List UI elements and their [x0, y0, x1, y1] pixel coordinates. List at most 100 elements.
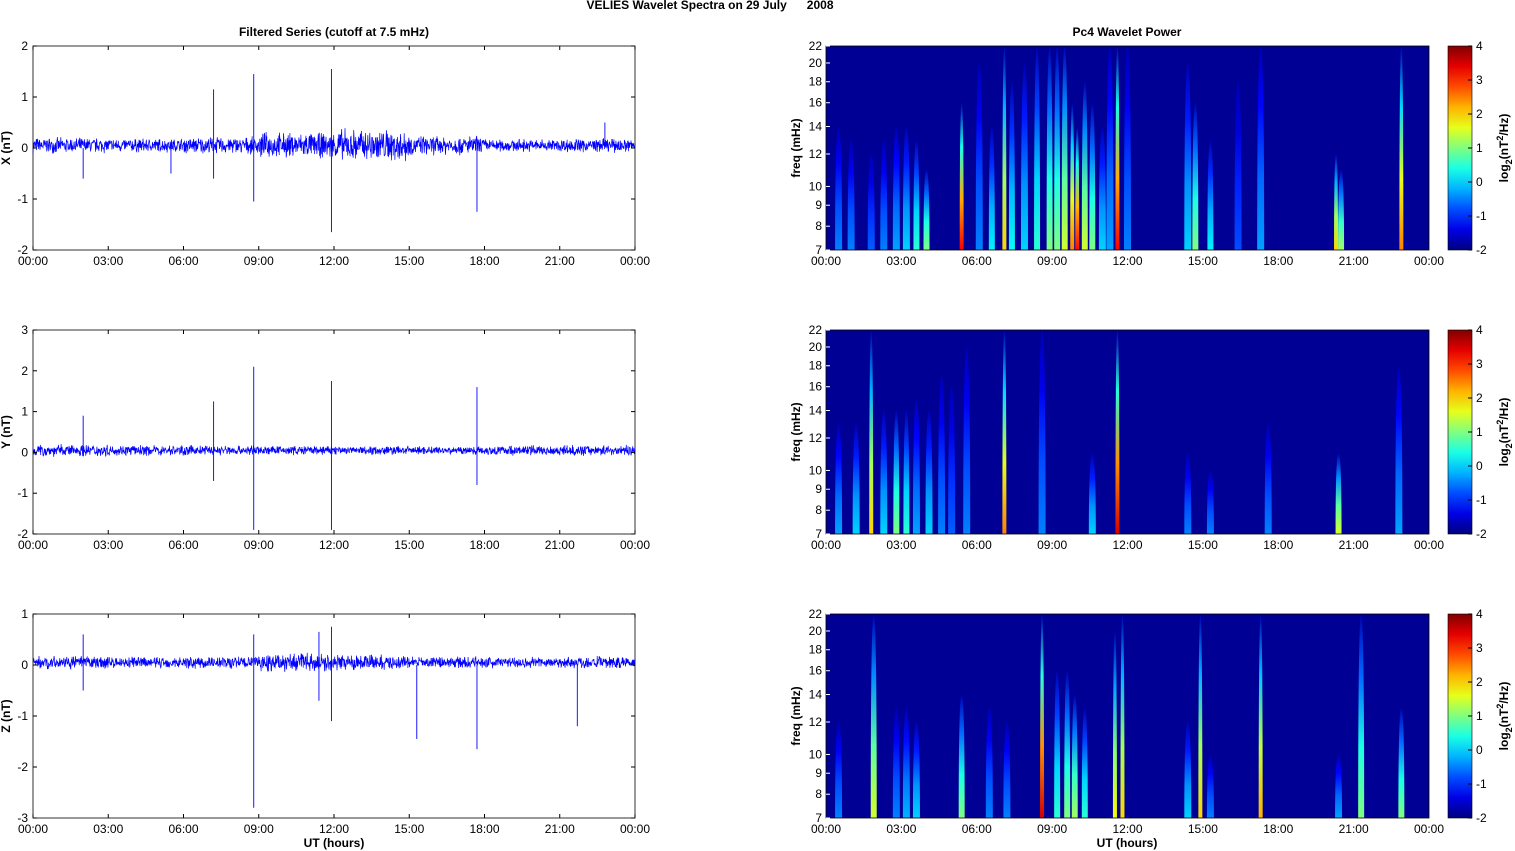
colorbar-tick-label: -2: [1476, 811, 1487, 825]
freq-tick-label: 22: [809, 323, 823, 337]
colorbar-label-part: log: [1497, 732, 1511, 750]
timeseries-panel-y: -2-1012300:00 03:00 06:00 09:00 12:00 15:00 18…: [0, 323, 650, 552]
freq-tick-label: 16: [809, 664, 823, 678]
x-tick-label: 18:00: [1263, 822, 1293, 836]
x-tick-label: 06:00: [168, 538, 198, 552]
x-tick-label: 09:00: [244, 254, 274, 268]
colorbar-tick-label: 0: [1476, 459, 1483, 473]
freq-tick-label: 22: [809, 39, 823, 53]
colorbar-tick-label: 2: [1476, 107, 1483, 121]
x-tick-label: 15:00: [394, 254, 424, 268]
freq-tick-label: 18: [809, 75, 823, 89]
x-tick-label: 09:00: [1037, 538, 1067, 552]
x-tick-label: 03:00: [886, 254, 916, 268]
colorbar-tick-label: -1: [1476, 209, 1487, 223]
colorbar-tick-label: 2: [1476, 675, 1483, 689]
colorbar-tick-label: 3: [1476, 73, 1483, 87]
x-tick-label: 00:00: [1414, 822, 1444, 836]
x-tick-label: 03:00: [93, 254, 123, 268]
colorbar-tick-label: 1: [1476, 709, 1483, 723]
freq-tick-label: 22: [809, 607, 823, 621]
timeseries-panel-x: -2-101200:00 03:00 06:00 09:00 12:00 15:00 18:…: [0, 39, 650, 268]
spectrogram-panel-y: 7891012141618202200:00 03:00 06:00 09:00 12:…: [789, 323, 1514, 552]
colorbar-label: log2(nT2/Hz): [1495, 682, 1514, 751]
freq-axis-label: freq (mHz): [789, 686, 803, 745]
x-tick-label: 03:00: [886, 822, 916, 836]
y-tick-label: 1: [21, 90, 28, 104]
x-tick-label: 15:00: [1188, 538, 1218, 552]
freq-tick-label: 9: [815, 198, 822, 212]
x-tick-label: 03:00: [886, 538, 916, 552]
y-tick-label: 0: [21, 658, 28, 672]
x-tick-label: 12:00: [319, 822, 349, 836]
colorbar-tick-label: 4: [1476, 39, 1483, 53]
colorbar-tick-label: 2: [1476, 391, 1483, 405]
figure: VELIES Wavelet Spectra on 29 July 2008 F…: [0, 0, 1514, 850]
x-tick-label: 15:00: [1188, 254, 1218, 268]
x-tick-label: 21:00: [545, 254, 575, 268]
colorbar-label-part: (nT: [1497, 140, 1511, 159]
plot-area: [32, 45, 636, 251]
y-tick-label: 1: [21, 607, 28, 621]
x-tick-label: 00:00: [1414, 538, 1444, 552]
x-tick-label: 03:00: [93, 822, 123, 836]
y-tick-label: -2: [17, 760, 28, 774]
x-tick-label: 21:00: [1339, 822, 1369, 836]
x-tick-label: 06:00: [962, 254, 992, 268]
x-tick-label: 15:00: [394, 822, 424, 836]
freq-tick-label: 16: [809, 380, 823, 394]
freq-tick-label: 10: [809, 179, 823, 193]
y-axis-label: X (nT): [0, 131, 13, 165]
colorbar-tick-label: 3: [1476, 357, 1483, 371]
x-tick-label: 12:00: [1112, 254, 1142, 268]
freq-tick-label: 12: [809, 431, 823, 445]
x-tick-label: 21:00: [1339, 254, 1369, 268]
colorbar-tick-label: -1: [1476, 493, 1487, 507]
colorbar-label-part: /Hz): [1497, 114, 1511, 136]
colorbar-label-part: /Hz): [1497, 682, 1511, 704]
colorbar-tick-label: 4: [1476, 323, 1483, 337]
plot-area: [32, 613, 636, 819]
colorbar-tick-label: 3: [1476, 641, 1483, 655]
colorbar-tick-label: -2: [1476, 527, 1487, 541]
y-axis-label: Z (nT): [0, 699, 13, 732]
freq-tick-label: 9: [815, 482, 822, 496]
x-tick-label: 12:00: [319, 254, 349, 268]
y-tick-label: 0: [21, 141, 28, 155]
colorbar-tick-label: -2: [1476, 243, 1487, 257]
freq-tick-label: 10: [809, 463, 823, 477]
spectrogram-panel-x: 7891012141618202200:00 03:00 06:00 09:00 12:…: [789, 39, 1514, 268]
colorbar: -2 -1 0 1 2 3 4 log2(nT2/Hz): [1447, 323, 1514, 541]
x-tick-label: 06:00: [168, 822, 198, 836]
x-tick-label: 21:00: [545, 822, 575, 836]
x-tick-label: 18:00: [1263, 254, 1293, 268]
right-title: Pc4 Wavelet Power: [1073, 25, 1182, 39]
y-tick-label: 2: [21, 39, 28, 53]
x-tick-label: 00:00: [620, 538, 650, 552]
x-tick-label: 21:00: [1339, 538, 1369, 552]
y-tick-label: -1: [17, 192, 28, 206]
x-tick-label: 18:00: [469, 538, 499, 552]
freq-tick-label: 8: [815, 787, 822, 801]
left-xlabel: UT (hours): [304, 836, 365, 850]
y-tick-label: 2: [21, 364, 28, 378]
freq-tick-label: 9: [815, 766, 822, 780]
colorbar: -2 -1 0 1 2 3 4 log2(nT2/Hz): [1447, 607, 1514, 825]
freq-tick-label: 12: [809, 715, 823, 729]
y-tick-label: 0: [21, 445, 28, 459]
x-tick-label: 09:00: [1037, 822, 1067, 836]
colorbar-tick-label: 1: [1476, 141, 1483, 155]
x-tick-label: 00:00: [811, 538, 841, 552]
spectrogram-panel-z: 7891012141618202200:00 03:00 06:00 09:00 12:…: [789, 607, 1514, 836]
freq-tick-label: 20: [809, 340, 823, 354]
x-tick-label: 00:00: [18, 822, 48, 836]
colorbar-label-part: log: [1497, 164, 1511, 182]
x-tick-label: 00:00: [811, 822, 841, 836]
freq-tick-label: 20: [809, 624, 823, 638]
x-tick-label: 00:00: [620, 254, 650, 268]
x-tick-label: 18:00: [469, 822, 499, 836]
x-tick-label: 21:00: [545, 538, 575, 552]
x-tick-label: 00:00: [1414, 254, 1444, 268]
y-tick-label: -1: [17, 486, 28, 500]
freq-tick-label: 8: [815, 503, 822, 517]
